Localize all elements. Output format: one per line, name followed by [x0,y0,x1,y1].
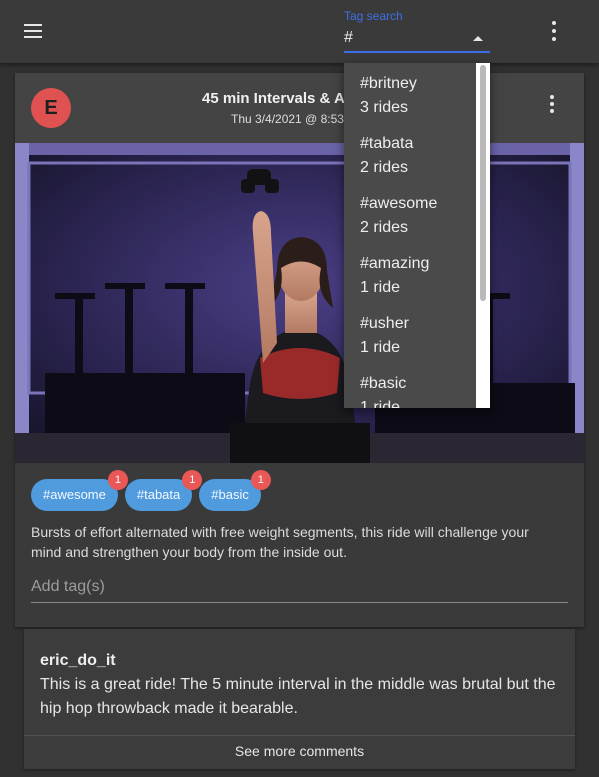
more-options-icon[interactable] [548,21,560,41]
ride-card: E 45 min Intervals & A Thu 3/4/2021 @ 8:… [15,73,584,627]
tag-option-awesome[interactable]: #awesome 2 rides [344,183,490,243]
tag-option-usher[interactable]: #usher 1 ride [344,303,490,363]
tag-search-input[interactable]: # [344,29,353,47]
tag-count-badge: 1 [250,470,271,490]
comment-card: eric_do_it This is a great ride! The 5 m… [24,629,575,769]
menu-icon[interactable] [18,18,48,44]
comment-text: This is a great ride! The 5 minute inter… [40,676,556,717]
dropdown-caret-icon[interactable] [473,36,483,41]
tag-search-label: Tag search [344,9,403,23]
tag-option-count: 1 ride [360,339,401,356]
tag-option-tabata[interactable]: #tabata 2 rides [344,123,490,183]
tag-chip-label: #tabata [136,487,181,502]
tag-option-britney[interactable]: #britney 3 rides [344,63,490,123]
dropdown-scrollbar-thumb[interactable] [480,65,486,301]
ride-date: Thu 3/4/2021 @ 8:53 [231,112,344,126]
tag-option-count: 3 rides [360,99,409,116]
tag-search-field[interactable]: Tag search # [344,8,490,54]
add-tag-input[interactable] [31,573,568,601]
tag-chip-label: #basic [211,487,249,502]
tag-chips: #awesome 1 #tabata 1 #basic 1 [31,470,271,511]
tag-option-count: 2 rides [360,219,409,236]
tag-option-name: #usher [360,315,409,332]
tag-search-underline [344,51,490,53]
tag-count-badge: 1 [107,470,128,490]
tag-chip-label: #awesome [43,487,106,502]
tag-suggestions-dropdown: #britney 3 rides #tabata 2 rides #awesom… [344,63,490,408]
card-more-options-icon[interactable] [546,95,558,113]
tag-option-name: #tabata [360,135,414,152]
app-bar: Tag search # [0,0,599,63]
tag-option-count: 1 ride [360,279,401,296]
tag-chip-tabata[interactable]: #tabata 1 [124,470,203,511]
see-more-comments-button[interactable]: See more comments [24,736,575,766]
tag-chip-basic[interactable]: #basic 1 [199,470,271,511]
tag-option-name: #amazing [360,255,430,272]
avatar[interactable]: E [31,88,71,128]
ride-thumbnail-image[interactable] [15,143,584,463]
tag-option-name: #awesome [360,195,438,212]
comment-username[interactable]: eric_do_it [40,652,116,670]
tag-option-name: #basic [360,375,407,392]
tag-option-count: 2 rides [360,159,409,176]
ride-title: 45 min Intervals & A [202,90,345,107]
add-tag-field[interactable] [31,573,568,603]
tag-count-badge: 1 [182,470,203,490]
ride-description: Bursts of effort alternated with free we… [31,524,529,560]
tag-option-amazing[interactable]: #amazing 1 ride [344,243,490,303]
tag-option-count: 1 ride [360,399,401,408]
ride-card-header: E 45 min Intervals & A Thu 3/4/2021 @ 8:… [15,73,584,143]
tag-option-basic[interactable]: #basic 1 ride [344,363,490,408]
dropdown-scrollbar[interactable] [476,63,490,408]
tag-option-name: #britney [360,75,417,92]
instructor-video-frame [15,143,584,463]
tag-chip-awesome[interactable]: #awesome 1 [31,470,128,511]
